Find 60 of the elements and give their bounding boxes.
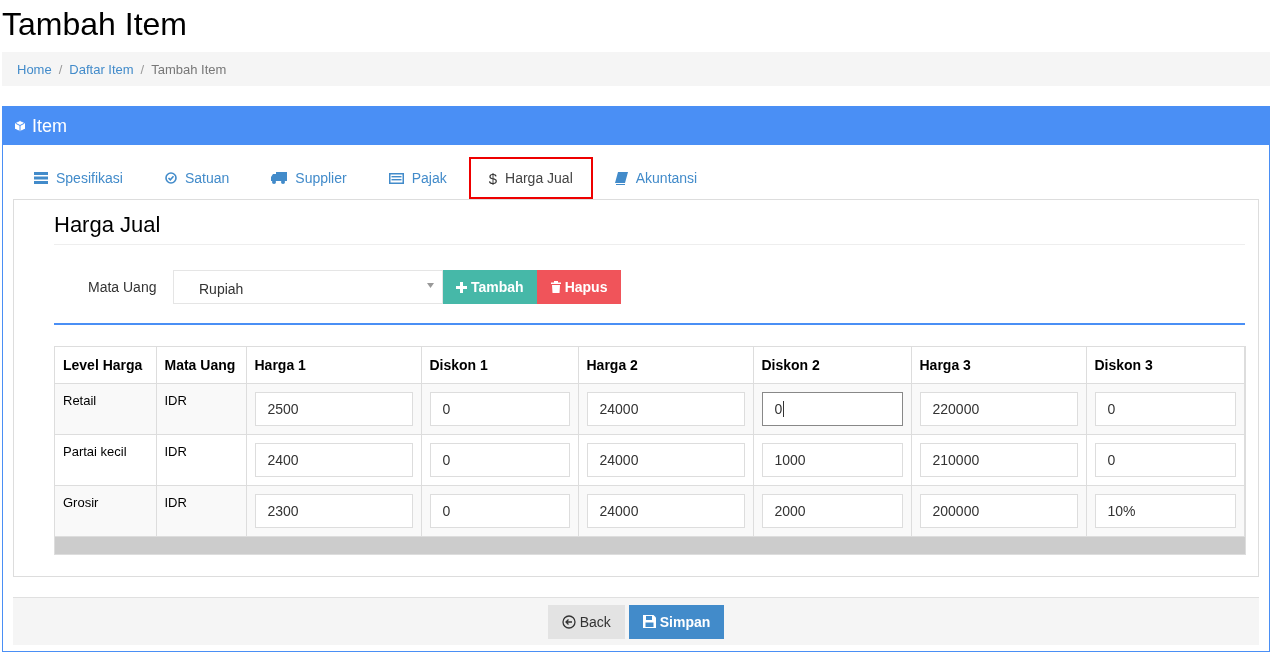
truck-icon bbox=[271, 172, 288, 184]
input-field[interactable]: 210000 bbox=[919, 443, 1078, 477]
field-label: Mata Uang bbox=[87, 279, 158, 295]
column-header: Mata Uang bbox=[156, 347, 246, 384]
plus-icon bbox=[456, 281, 467, 293]
arrow-left-icon bbox=[561, 614, 576, 629]
input-field[interactable]: 0 bbox=[429, 443, 570, 477]
column-header: Harga 2 bbox=[578, 347, 753, 384]
input-field[interactable]: 0 bbox=[429, 392, 570, 426]
input-field[interactable]: 2400 bbox=[254, 443, 413, 477]
save-button[interactable]: Simpan bbox=[628, 604, 725, 639]
input-field[interactable]: 0 bbox=[429, 494, 570, 528]
check-circle-icon bbox=[164, 172, 177, 184]
book-icon bbox=[614, 171, 628, 185]
input-field[interactable]: 10% bbox=[1094, 494, 1236, 528]
cube-icon bbox=[14, 120, 26, 132]
input-field[interactable]: 2000 bbox=[761, 494, 903, 528]
table-cell: Partai kecil bbox=[55, 434, 156, 486]
tab[interactable]: Satuan bbox=[144, 157, 250, 199]
breadcrumb-separator: / bbox=[140, 61, 145, 77]
input-field[interactable]: 24000 bbox=[586, 443, 745, 477]
column-header: Diskon 3 bbox=[1086, 347, 1244, 384]
breadcrumb-current: Tambah Item bbox=[151, 61, 227, 77]
dollar-icon: $ bbox=[488, 169, 498, 187]
table-cell: IDR bbox=[156, 485, 246, 537]
input-field[interactable]: 24000 bbox=[586, 392, 745, 426]
input-field[interactable]: 200000 bbox=[919, 494, 1078, 528]
input-field[interactable]: 0 bbox=[761, 392, 903, 426]
tab[interactable]: $ Harga Jual bbox=[468, 157, 593, 199]
column-header: Harga 1 bbox=[246, 347, 421, 384]
tab[interactable]: Supplier bbox=[251, 157, 367, 199]
input-field[interactable]: 1000 bbox=[761, 443, 903, 477]
table-cell: Grosir bbox=[55, 485, 156, 537]
table-cell: IDR bbox=[156, 383, 246, 435]
column-header: Diskon 1 bbox=[421, 347, 578, 384]
trash-icon bbox=[550, 281, 561, 293]
input-field[interactable]: 220000 bbox=[919, 392, 1078, 426]
back-button[interactable]: Back bbox=[547, 604, 625, 639]
tab[interactable]: Akuntansi bbox=[594, 157, 718, 199]
column-header: Diskon 2 bbox=[753, 347, 911, 384]
input-field[interactable]: 0 bbox=[1094, 443, 1236, 477]
currency-select[interactable]: Rupiah bbox=[173, 270, 443, 304]
input-field[interactable]: 2500 bbox=[254, 392, 413, 426]
column-header: Harga 3 bbox=[911, 347, 1086, 384]
breadcrumb-separator: / bbox=[58, 61, 63, 77]
page-title: Tambah Item bbox=[1, 5, 188, 44]
scrollbar[interactable] bbox=[55, 537, 1245, 554]
table-cell: Retail bbox=[55, 383, 156, 435]
list-icon bbox=[34, 172, 48, 184]
card-icon bbox=[388, 172, 404, 184]
section-title: Harga Jual bbox=[54, 212, 1245, 245]
table-cell: IDR bbox=[156, 434, 246, 486]
input-field[interactable]: 24000 bbox=[586, 494, 745, 528]
tab[interactable]: Spesifikasi bbox=[14, 157, 143, 199]
caret-icon bbox=[427, 282, 434, 288]
input-field[interactable]: 0 bbox=[1094, 392, 1236, 426]
column-header: Level Harga bbox=[55, 347, 156, 384]
input-field[interactable]: 2300 bbox=[254, 494, 413, 528]
tab[interactable]: Pajak bbox=[368, 157, 467, 199]
panel-title: Item bbox=[32, 115, 67, 137]
